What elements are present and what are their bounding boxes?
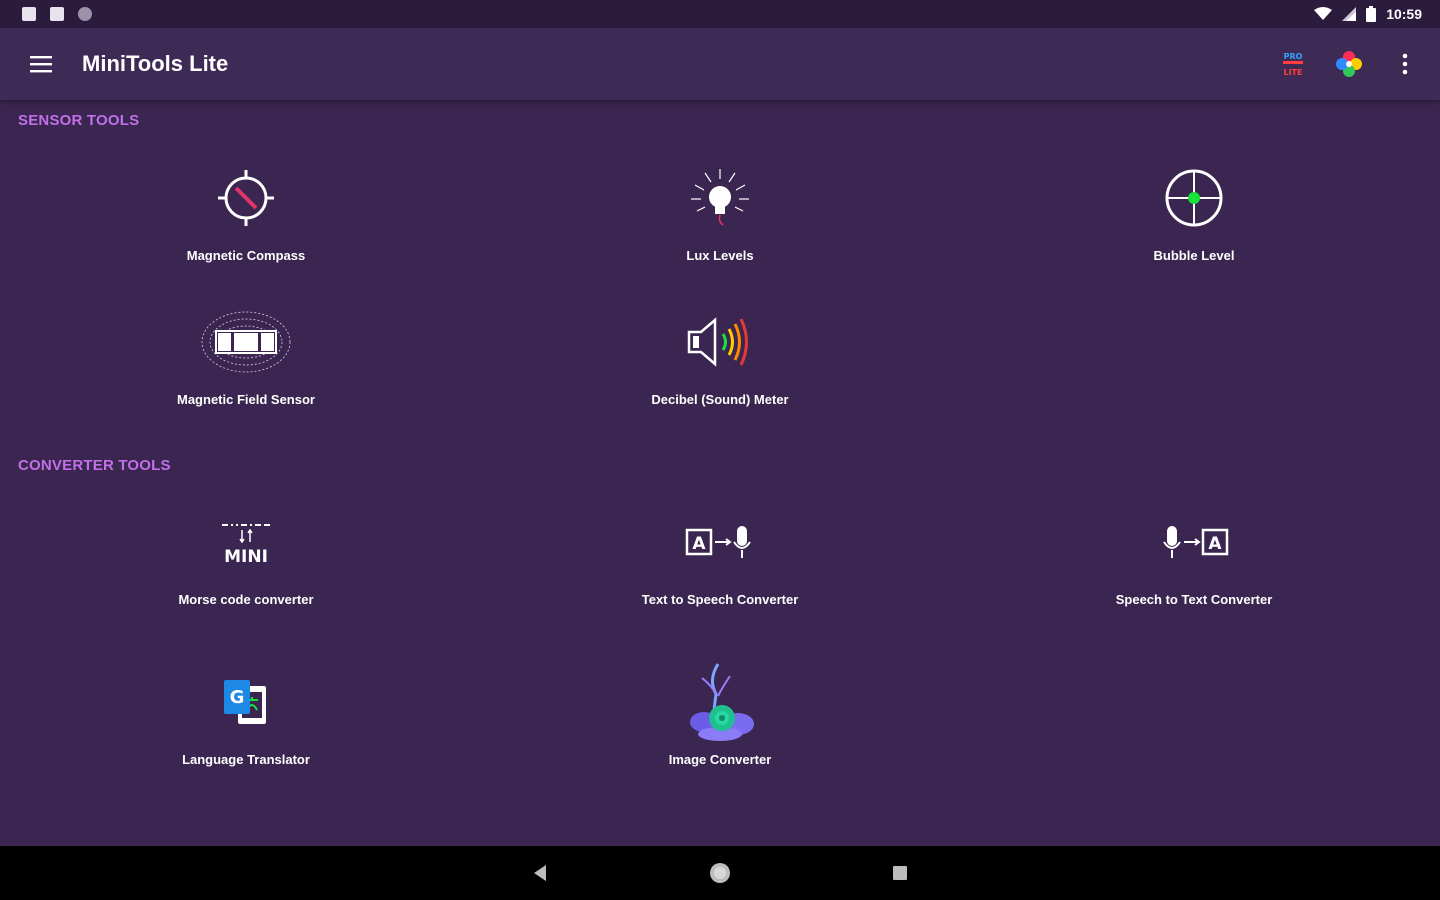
system-nav-bar — [0, 846, 1440, 900]
recents-square-icon — [893, 866, 907, 880]
tool-decibel-meter[interactable]: Decibel (Sound) Meter — [483, 302, 957, 407]
tool-label: Lux Levels — [686, 248, 754, 263]
recents-button[interactable] — [880, 853, 920, 893]
tool-bubble-level[interactable]: Bubble Level — [957, 158, 1431, 263]
app-title: MiniTools Lite — [82, 51, 229, 76]
status-bar: 10:59 — [0, 0, 1440, 28]
tool-label: Language Translator — [182, 752, 310, 767]
speaker-icon — [687, 317, 748, 367]
pro-badge-top: PRO — [1284, 52, 1303, 61]
app-bar: MiniTools Lite PRO LITE — [0, 28, 1440, 100]
status-notifications — [22, 7, 92, 21]
tool-speech-to-text[interactable]: A Speech to Text Converter — [957, 502, 1431, 607]
battery-icon — [1366, 6, 1377, 22]
tool-label: Morse code converter — [178, 592, 314, 607]
back-button[interactable] — [520, 853, 560, 893]
translate-letter: G — [230, 687, 245, 708]
morse-icon-text: MINI — [224, 547, 268, 567]
tool-magnetic-compass[interactable]: Magnetic Compass — [9, 158, 483, 263]
tool-label: Speech to Text Converter — [1115, 592, 1273, 607]
status-system: 10:59 — [1314, 6, 1422, 22]
tool-text-to-speech[interactable]: A Text to Speech Converter — [483, 502, 957, 607]
pro-version-button[interactable]: PRO LITE — [1276, 47, 1310, 81]
home-button[interactable] — [700, 853, 740, 893]
circle-notification-icon — [78, 7, 92, 21]
tool-lux-levels[interactable]: Lux Levels — [483, 158, 957, 263]
tools-list: SENSOR TOOLS Magnetic Compass Lux Levels… — [0, 100, 1440, 846]
notification-icon — [22, 7, 36, 21]
tool-label: Text to Speech Converter — [641, 592, 799, 607]
morse-icon: MINI — [222, 524, 270, 567]
signal-icon — [1342, 7, 1357, 21]
lightbulb-icon — [691, 169, 749, 226]
section-title-sensor-tools: SENSOR TOOLS — [18, 112, 140, 129]
tool-label: Decibel (Sound) Meter — [651, 392, 789, 407]
back-triangle-icon — [534, 865, 546, 881]
section-title-converter-tools: CONVERTER TOOLS — [18, 457, 171, 474]
pro-lite-badge-icon: PRO LITE — [1283, 52, 1303, 77]
stt-letter: A — [1208, 534, 1222, 554]
tool-magnetic-field-sensor[interactable]: Magnetic Field Sensor — [9, 302, 483, 407]
speech-to-text-icon: A — [1163, 526, 1229, 558]
translate-icon: G — [224, 680, 266, 724]
tool-language-translator[interactable]: G Language Translator — [9, 662, 483, 767]
compass-icon — [218, 170, 274, 226]
text-to-speech-icon: A — [685, 526, 751, 558]
color-palette-icon — [1336, 51, 1362, 77]
home-circle-icon — [710, 863, 730, 883]
tool-label: Image Converter — [668, 752, 772, 767]
theme-button[interactable] — [1332, 47, 1366, 81]
sd-card-icon — [50, 7, 64, 21]
tool-label: Magnetic Field Sensor — [177, 392, 315, 407]
pro-badge-bottom: LITE — [1284, 68, 1303, 77]
status-time: 10:59 — [1386, 6, 1422, 22]
tool-label: Bubble Level — [1153, 248, 1235, 263]
bubble-level-icon — [1165, 169, 1223, 227]
more-vert-icon — [1402, 53, 1408, 75]
magnet-icon — [201, 311, 291, 373]
image-icon — [690, 663, 754, 741]
overflow-menu-button[interactable] — [1388, 47, 1422, 81]
tool-label: Magnetic Compass — [186, 248, 306, 263]
menu-button[interactable] — [0, 28, 82, 100]
wifi-icon — [1314, 7, 1333, 20]
tool-morse-code-converter[interactable]: MINI Morse code converter — [9, 502, 483, 607]
hamburger-menu-icon — [30, 56, 52, 73]
tts-letter: A — [692, 534, 706, 554]
tool-image-converter[interactable]: Image Converter — [483, 662, 957, 767]
